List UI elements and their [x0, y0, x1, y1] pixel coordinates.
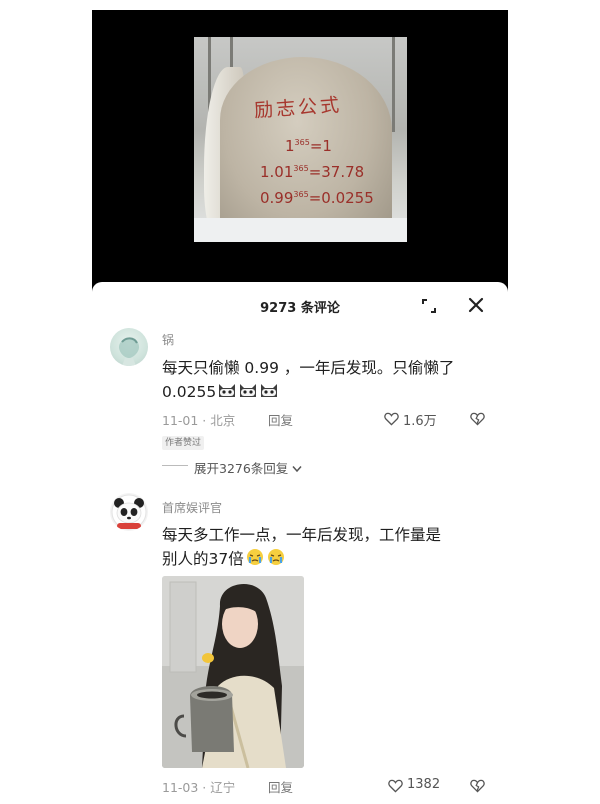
stone-equation: 1.01365=37.78 — [260, 163, 365, 181]
comment-photo[interactable] — [162, 576, 304, 768]
broken-heart-icon[interactable] — [470, 411, 485, 426]
video-thumbnail: 励志公式 1365=1 1.01365=37.78 0.99365=0.0255 — [194, 37, 407, 242]
crying-face-emoji-icon — [267, 549, 284, 565]
expand-corner-icon[interactable] — [422, 299, 436, 313]
like-count: 1382 — [407, 777, 441, 792]
chevron-down-icon — [292, 466, 302, 473]
comment-text: 每天只偷懒 0.99 ，一年后发现。只偷懒了 0.0255 — [162, 359, 455, 401]
cat-face-emoji-icon — [261, 384, 278, 397]
avatar[interactable] — [110, 328, 148, 366]
heart-icon[interactable] — [388, 779, 403, 793]
stone-equation: 1365=1 — [285, 137, 332, 155]
comment-username[interactable]: 锅 — [162, 331, 174, 348]
divider-line — [162, 465, 188, 466]
cat-face-emoji-icon — [219, 384, 236, 397]
reply-button[interactable]: 回复 — [268, 410, 293, 429]
broken-heart-icon[interactable] — [470, 778, 485, 793]
comment-meta: 11-03 · 辽宁 — [162, 780, 236, 795]
stone-equation: 0.99365=0.0255 — [260, 189, 374, 207]
crying-face-emoji-icon — [246, 549, 263, 565]
comment-count-title: 9273 条评论 — [260, 301, 340, 316]
tree-trunk — [392, 37, 395, 132]
like-count: 1.6万 — [403, 414, 437, 429]
video-player[interactable]: 励志公式 1365=1 1.01365=37.78 0.99365=0.0255 — [92, 10, 508, 295]
close-icon[interactable] — [468, 297, 484, 313]
heart-icon[interactable] — [384, 412, 399, 426]
comment-username[interactable]: 首席娱评官 — [162, 499, 222, 516]
comment-text: 每天多工作一点，一年后发现，工作量是 别人的37倍 — [162, 526, 442, 568]
emoji-group — [216, 383, 279, 401]
emoji-group — [244, 549, 286, 568]
reply-button[interactable]: 回复 — [268, 777, 293, 796]
author-liked-badge: 作者赞过 — [162, 436, 205, 450]
snow-ground — [194, 218, 407, 242]
avatar[interactable] — [110, 493, 148, 531]
cat-face-emoji-icon — [240, 384, 257, 397]
expand-replies-button[interactable]: 展开3276条回复 — [194, 458, 302, 477]
comment-meta: 11-01 · 北京 — [162, 413, 236, 428]
